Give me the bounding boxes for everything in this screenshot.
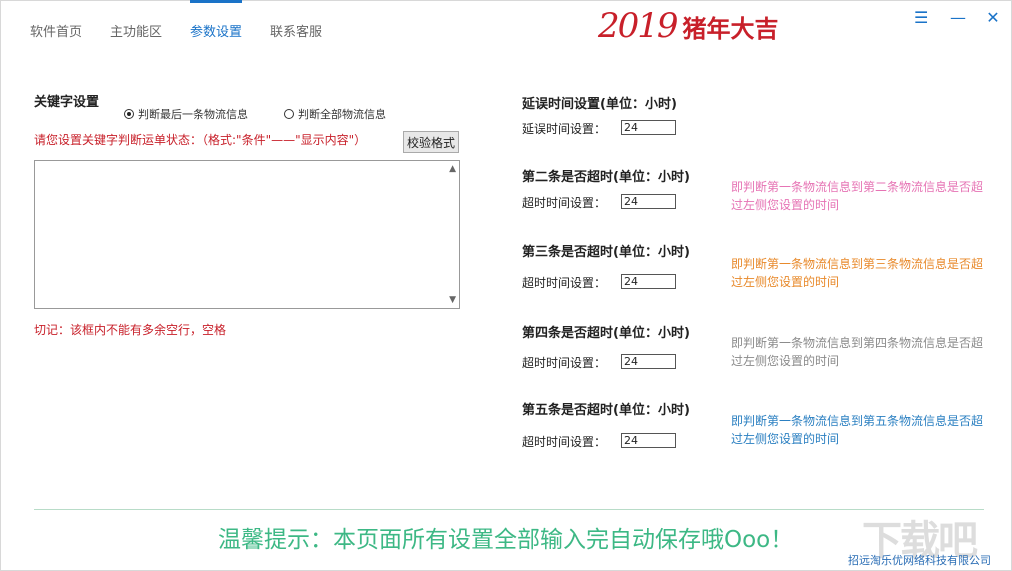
timeout3-input[interactable] (621, 274, 676, 289)
minimize-icon[interactable]: — (950, 8, 966, 27)
timeout5-title: 第五条是否超时(单位：小时) (522, 403, 690, 418)
banner-year: 2019 (598, 6, 679, 46)
nav-main-function[interactable]: 主功能区 (110, 21, 162, 40)
banner-text: 猪年大吉 (682, 13, 779, 43)
timeout3-title: 第三条是否超时(单位：小时) (522, 245, 690, 260)
footer-tip: 温馨提示：本页面所有设置全部输入完自动保存哦Ooo！ (218, 527, 794, 553)
window-controls: ☰ — ✕ (914, 8, 1000, 27)
keyword-hint: 请您设置关键字判断运单状态：（格式:"条件"——"显示内容"） (34, 133, 367, 147)
radio-last-icon[interactable] (124, 109, 134, 119)
footer-divider (34, 509, 984, 510)
close-icon[interactable]: ✕ (986, 8, 1000, 27)
timeout5-input[interactable] (621, 433, 676, 448)
radio-last-label: 判断最后一条物流信息 (138, 108, 248, 121)
banner-logo: 2019 猪年大吉 (598, 6, 779, 46)
scroll-down-icon[interactable]: ▼ (449, 295, 456, 305)
keyword-textarea[interactable]: ▲ ▼ (34, 160, 460, 309)
delay-input[interactable] (621, 120, 676, 135)
timeout5-label: 超时时间设置： (522, 435, 607, 449)
timeout4-label: 超时时间设置： (522, 356, 607, 370)
menu-icon[interactable]: ☰ (914, 8, 928, 27)
timeout5-desc: 即判断第一条物流信息到第五条物流信息是否超过左侧您设置的时间 (731, 414, 984, 446)
timeout2-label: 超时时间设置： (522, 196, 607, 210)
nav-support[interactable]: 联系客服 (270, 21, 322, 40)
timeout2-title: 第二条是否超时(单位：小时) (522, 170, 690, 185)
timeout2-input[interactable] (621, 194, 676, 209)
radio-all-icon[interactable] (284, 109, 294, 119)
radio-last-option[interactable]: 判断最后一条物流信息 (124, 106, 248, 122)
scroll-up-icon[interactable]: ▲ (449, 164, 456, 174)
keyword-title: 关键字设置 (34, 95, 100, 110)
nav-home[interactable]: 软件首页 (30, 21, 82, 40)
timeout4-desc: 即判断第一条物流信息到第四条物流信息是否超过左侧您设置的时间 (731, 336, 984, 368)
top-nav: 软件首页 主功能区 参数设置 联系客服 (30, 0, 322, 40)
textarea-scrollbar[interactable]: ▲ ▼ (443, 161, 459, 308)
keyword-warning: 切记：该框内不能有多余空行，空格 (34, 323, 227, 337)
timeout3-desc: 即判断第一条物流信息到第三条物流信息是否超过左侧您设置的时间 (731, 257, 984, 289)
company-name: 招远淘乐优网络科技有限公司 (848, 554, 991, 567)
timeout2-desc: 即判断第一条物流信息到第二条物流信息是否超过左侧您设置的时间 (731, 180, 984, 212)
timeout3-label: 超时时间设置： (522, 276, 607, 290)
verify-format-button[interactable]: 校验格式 (403, 131, 459, 153)
timeout4-input[interactable] (621, 354, 676, 369)
timeout4-title: 第四条是否超时(单位：小时) (522, 326, 690, 341)
nav-settings[interactable]: 参数设置 (190, 0, 243, 40)
delay-label: 延误时间设置： (522, 122, 607, 136)
delay-title: 延误时间设置(单位：小时) (522, 97, 677, 112)
radio-all-option[interactable]: 判断全部物流信息 (284, 106, 386, 122)
radio-all-label: 判断全部物流信息 (298, 108, 386, 121)
